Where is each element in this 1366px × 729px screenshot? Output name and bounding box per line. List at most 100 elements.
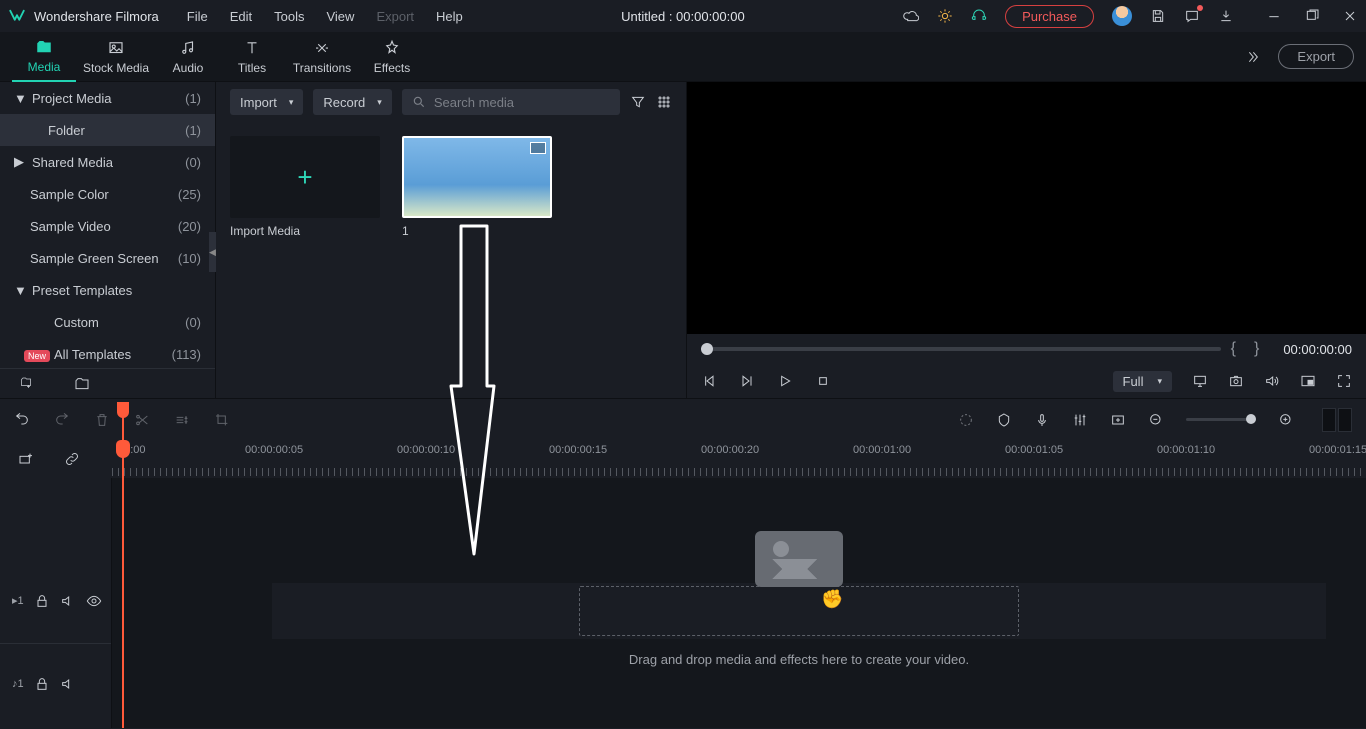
sidebar-custom-count: (0) (185, 315, 201, 330)
fullscreen-icon[interactable] (1336, 373, 1352, 389)
sidebar-sample-green[interactable]: Sample Green Screen (10) (0, 242, 215, 274)
preview-video[interactable] (687, 82, 1366, 334)
collapse-handle[interactable]: ◀ (209, 232, 216, 272)
drop-zone[interactable]: ✊ Drag and drop media and effects here t… (272, 586, 1326, 667)
prev-frame-icon[interactable] (701, 373, 717, 389)
tab-stock-media[interactable]: Stock Media (76, 39, 156, 75)
preview-quality-dropdown[interactable]: Full▾ (1113, 371, 1172, 392)
menu-export[interactable]: Export (376, 9, 414, 24)
maximize-icon[interactable] (1304, 8, 1320, 24)
link-icon[interactable] (64, 451, 80, 467)
menu-help[interactable]: Help (436, 9, 463, 24)
folder-icon[interactable] (74, 376, 90, 392)
playhead[interactable] (122, 402, 124, 728)
delete-icon[interactable] (94, 412, 110, 428)
zoom-slider[interactable] (1186, 418, 1256, 421)
tab-effects[interactable]: Effects (360, 39, 424, 75)
preview-seek-bar[interactable] (701, 347, 1221, 351)
more-tabs-icon[interactable] (1244, 49, 1260, 65)
cloud-icon[interactable] (903, 8, 919, 24)
message-icon[interactable] (1184, 8, 1200, 24)
drop-zone-text: Drag and drop media and effects here to … (272, 652, 1326, 667)
import-label: Import (240, 95, 277, 110)
timeline-canvas[interactable]: ✊ Drag and drop media and effects here t… (112, 478, 1366, 728)
zoom-in-icon[interactable] (1278, 412, 1294, 428)
split-icon[interactable] (134, 412, 150, 428)
search-media[interactable] (402, 89, 620, 115)
tips-icon[interactable] (937, 8, 953, 24)
support-icon[interactable] (971, 8, 987, 24)
audio-track-header[interactable]: ♪1 (0, 643, 111, 723)
menu-edit[interactable]: Edit (230, 9, 252, 24)
zoom-out-icon[interactable] (1148, 412, 1164, 428)
tab-titles[interactable]: Titles (220, 39, 284, 75)
lock-icon[interactable] (34, 593, 50, 609)
media-panel: ◀ Import▾ Record▾ + Import Media 1 (216, 82, 687, 398)
sidebar-project-media-count: (1) (185, 91, 201, 106)
media-clip-1[interactable]: 1 (402, 136, 552, 238)
zoom-fit-icon[interactable] (1322, 408, 1352, 432)
save-icon[interactable] (1150, 8, 1166, 24)
tab-media[interactable]: Media (12, 32, 76, 82)
tab-effects-label: Effects (374, 61, 410, 75)
lock-icon-2[interactable] (34, 676, 50, 692)
sidebar-preset-templates[interactable]: ▼Preset Templates (0, 274, 215, 306)
stop-icon[interactable] (815, 373, 831, 389)
voiceover-icon[interactable] (1034, 412, 1050, 428)
render-icon[interactable] (958, 412, 974, 428)
grid-view-icon[interactable] (656, 94, 672, 110)
filter-icon[interactable] (630, 94, 646, 110)
mark-in-icon[interactable]: { (1231, 340, 1236, 358)
edit-icon[interactable] (174, 412, 190, 428)
purchase-button[interactable]: Purchase (1005, 5, 1094, 28)
import-dropdown[interactable]: Import▾ (230, 89, 303, 115)
sidebar-custom[interactable]: Custom (0) (0, 306, 215, 338)
close-icon[interactable] (1342, 8, 1358, 24)
video-track-header[interactable]: ▸1 (0, 558, 111, 643)
app-logo-icon (8, 7, 26, 25)
sidebar-project-media[interactable]: ▼Project Media (1) (0, 82, 215, 114)
new-folder-icon[interactable] (20, 376, 36, 392)
drop-image-icon (755, 531, 843, 587)
tab-stock-label: Stock Media (83, 61, 149, 75)
sidebar-folder-count: (1) (185, 123, 201, 138)
sidebar-sample-video[interactable]: Sample Video (20) (0, 210, 215, 242)
pip-icon[interactable] (1300, 373, 1316, 389)
import-media-tile[interactable]: + Import Media (230, 136, 380, 238)
mark-out-icon[interactable]: } (1254, 340, 1259, 358)
mute-icon[interactable] (60, 593, 76, 609)
menu-file[interactable]: File (187, 9, 208, 24)
export-button[interactable]: Export (1278, 44, 1354, 69)
marker-icon[interactable] (996, 412, 1012, 428)
undo-icon[interactable] (14, 412, 30, 428)
sidebar-sample-color[interactable]: Sample Color (25) (0, 178, 215, 210)
sidebar-shared-media[interactable]: ▶Shared Media (0) (0, 146, 215, 178)
play-icon[interactable] (777, 373, 793, 389)
visibility-icon[interactable] (86, 593, 102, 609)
timeline-ruler[interactable]: 00:00 00:00:00:05 00:00:00:10 00:00:00:1… (112, 440, 1366, 478)
mute-icon-2[interactable] (60, 676, 76, 692)
snapshot-icon[interactable] (1228, 373, 1244, 389)
ruler-tc-1: 00:00:00:05 (245, 444, 303, 456)
tab-transitions[interactable]: Transitions (284, 39, 360, 75)
user-avatar[interactable] (1112, 6, 1132, 26)
sidebar-folder[interactable]: Folder (1) (0, 114, 215, 146)
add-marker-icon[interactable] (1110, 412, 1126, 428)
record-dropdown[interactable]: Record▾ (313, 89, 391, 115)
tab-audio[interactable]: Audio (156, 39, 220, 75)
redo-icon[interactable] (54, 412, 70, 428)
display-icon[interactable] (1192, 373, 1208, 389)
add-track-icon[interactable] (18, 451, 34, 467)
search-input[interactable] (434, 95, 610, 110)
menu-view[interactable]: View (326, 9, 354, 24)
crop-icon[interactable] (214, 412, 230, 428)
volume-icon[interactable] (1264, 373, 1280, 389)
step-back-icon[interactable] (739, 373, 755, 389)
ruler-tc-4: 00:00:00:20 (701, 444, 759, 456)
sidebar-all-templates[interactable]: NewAll Templates (113) (0, 338, 215, 368)
audio-mixer-icon[interactable] (1072, 412, 1088, 428)
sidebar-all-templates-label: All Templates (54, 347, 131, 362)
menu-tools[interactable]: Tools (274, 9, 304, 24)
minimize-icon[interactable] (1266, 8, 1282, 24)
download-icon[interactable] (1218, 8, 1234, 24)
